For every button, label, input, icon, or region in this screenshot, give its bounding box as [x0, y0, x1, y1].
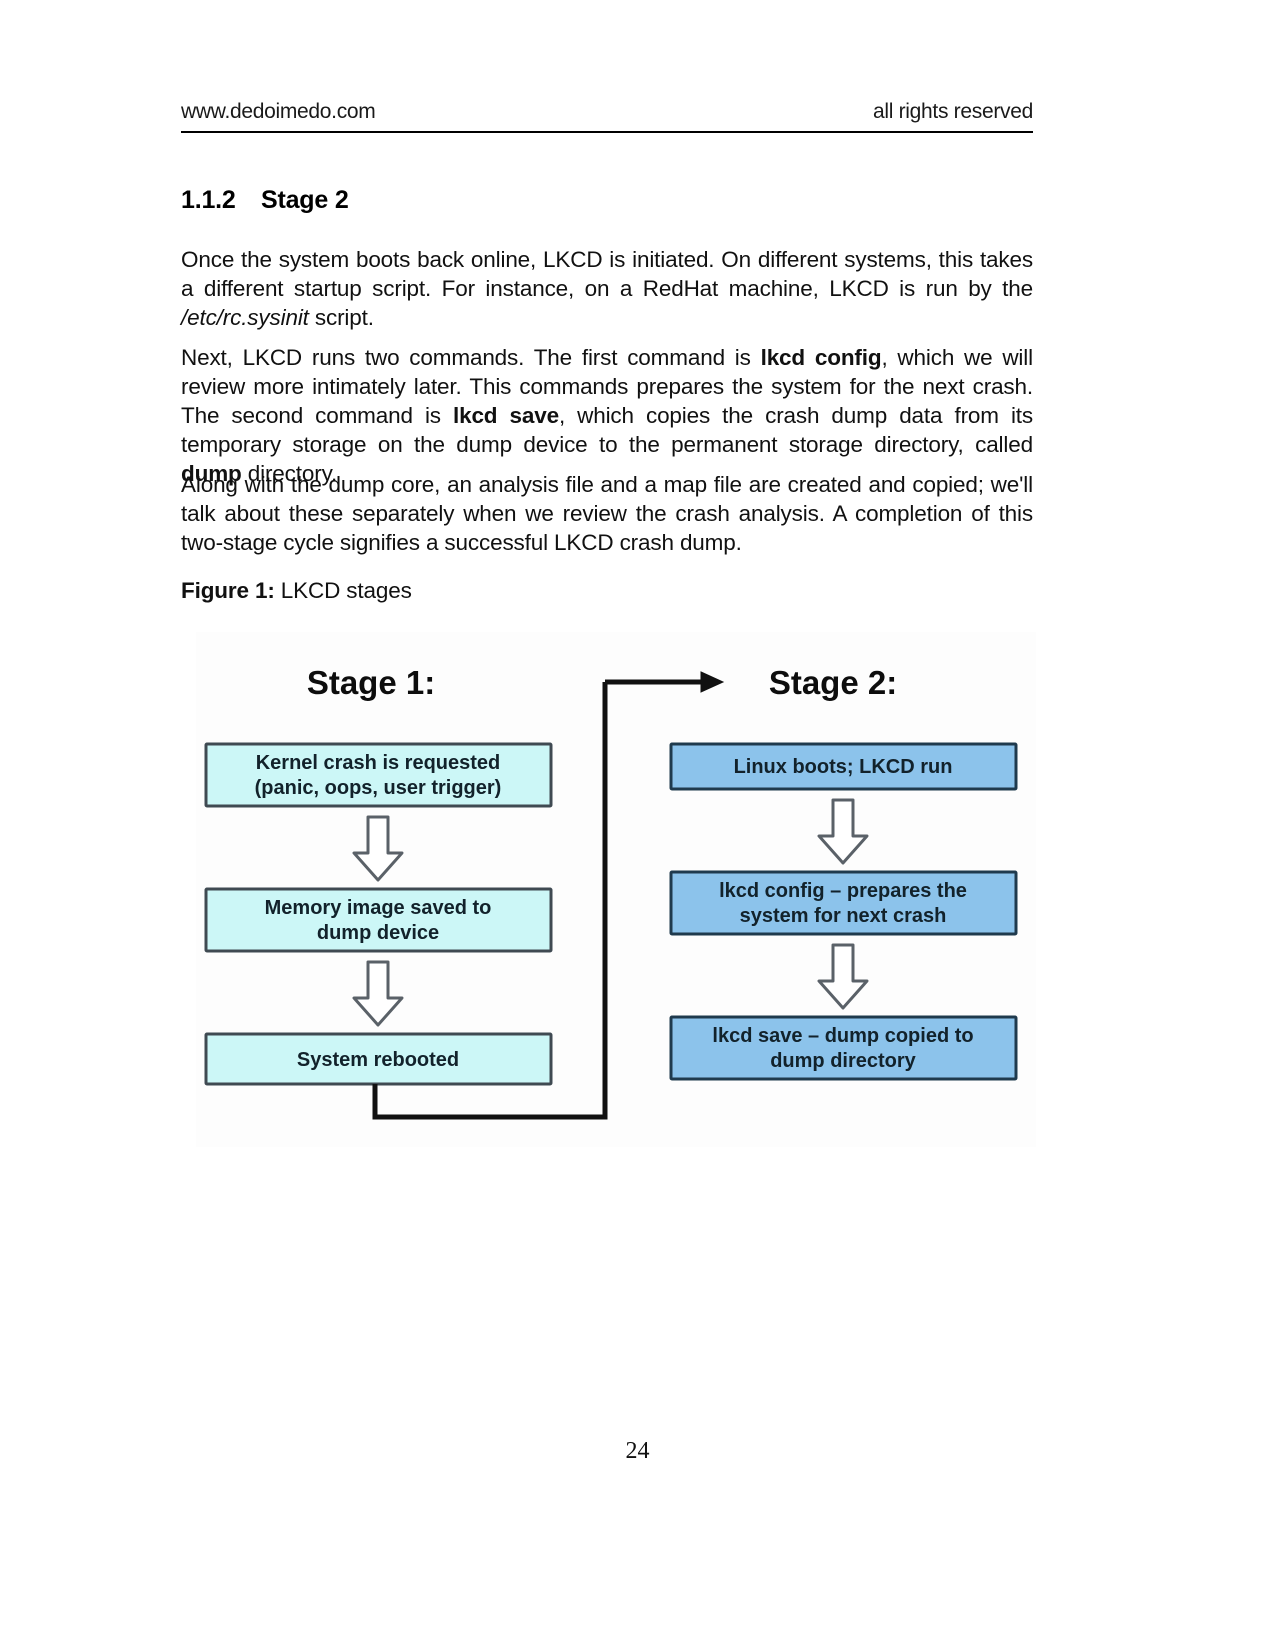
- header-site-name: www.dedoimedo.com: [181, 100, 376, 123]
- paragraph-stage2-intro: Once the system boots back online, LKCD …: [181, 245, 1033, 332]
- stage2-box-1: Linux boots; LKCD run: [669, 742, 1018, 791]
- figure-lkcd-stages: Stage 1: Stage 2: Kernel crash is reques…: [196, 632, 1036, 1147]
- section-title: Stage 2: [261, 186, 349, 214]
- stage2-box-2-line2: system for next crash: [740, 905, 947, 927]
- stage2-box-2: lkcd config – prepares the system for ne…: [669, 870, 1018, 936]
- stage1-box-2-line1: Memory image saved to: [265, 897, 492, 919]
- header-rights-notice: all rights reserved: [872, 100, 1033, 123]
- section-heading: 1.1.2 Stage 2: [181, 186, 349, 215]
- stage2-box-2-line1: lkcd config – prepares the: [719, 880, 967, 902]
- document-page: www.dedoimedo.com all rights reserved 1.…: [0, 0, 1275, 1650]
- paragraph-text: Once the system boots back online, LKCD …: [181, 247, 1033, 301]
- paragraph-text: Along with the dump core, an analysis fi…: [181, 472, 1033, 555]
- stage1-box-2: Memory image saved to dump device: [204, 887, 553, 953]
- paragraph-text: Next, LKCD runs two commands. The first …: [181, 345, 761, 370]
- stage1-title: Stage 1:: [307, 664, 435, 701]
- section-number: 1.1.2: [181, 186, 236, 214]
- stage2-box-3-line2: dump directory: [770, 1050, 916, 1072]
- path-emphasis: /etc/rc.sysinit: [181, 305, 309, 330]
- stage2-title: Stage 2:: [769, 664, 897, 701]
- lkcd-stages-diagram: Stage 1: Stage 2: Kernel crash is reques…: [196, 632, 1036, 1147]
- stage2-box-3-line1: lkcd save – dump copied to: [712, 1025, 973, 1047]
- running-header: www.dedoimedo.com all rights reserved: [181, 100, 1033, 124]
- figure-caption-label: Figure 1:: [181, 578, 275, 603]
- header-divider: [181, 131, 1033, 133]
- page-number: 24: [625, 1438, 650, 1464]
- stage1-box-3: System rebooted: [204, 1032, 553, 1086]
- stage1-box-1-line1: Kernel crash is requested: [256, 752, 501, 774]
- stage2-box-3: lkcd save – dump copied to dump director…: [669, 1015, 1018, 1081]
- stage1-box-1-line2: (panic, oops, user trigger): [255, 777, 502, 799]
- paragraph-dump-core: Along with the dump core, an analysis fi…: [181, 470, 1033, 557]
- stage1-box-1: Kernel crash is requested (panic, oops, …: [204, 742, 553, 808]
- figure-caption-text: LKCD stages: [274, 578, 412, 603]
- stage1-box-3-line1: System rebooted: [297, 1049, 459, 1071]
- paragraph-lkcd-commands: Next, LKCD runs two commands. The first …: [181, 343, 1033, 488]
- paragraph-text-tail: script.: [308, 305, 374, 330]
- figure-caption: Figure 1: LKCD stages: [181, 578, 412, 604]
- stage2-box-1-line1: Linux boots; LKCD run: [734, 756, 953, 778]
- stage1-box-2-line2: dump device: [317, 922, 439, 944]
- command-lkcd-save: lkcd save: [452, 403, 559, 428]
- command-lkcd-config: lkcd config: [760, 345, 882, 370]
